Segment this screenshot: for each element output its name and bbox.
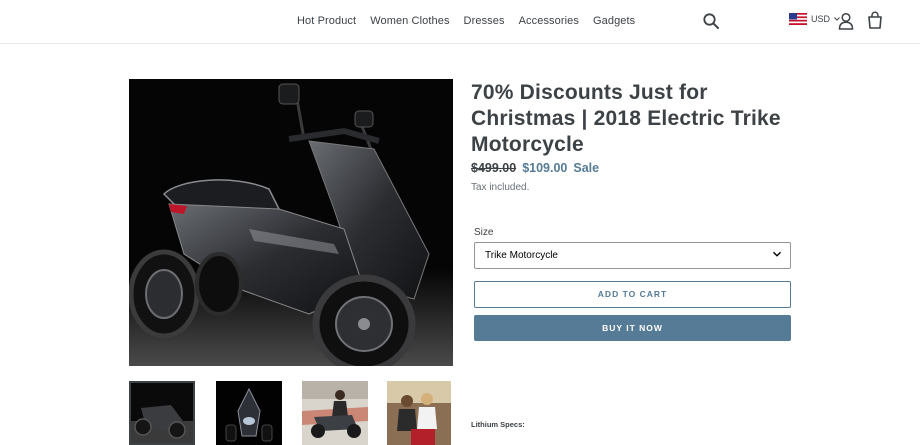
thumbnail-trike-side-image — [131, 383, 193, 443]
thumbnail-4[interactable] — [387, 381, 451, 445]
nav-accessories[interactable]: Accessories — [512, 13, 586, 29]
trike-motorcycle-image — [129, 79, 453, 366]
nav-dresses[interactable]: Dresses — [457, 13, 512, 29]
thumbnail-2[interactable] — [216, 381, 282, 445]
main-nav: Hot Product Women Clothes Dresses Access… — [290, 13, 642, 29]
thumbnail-riders-image — [387, 381, 451, 445]
us-flag-icon — [789, 13, 807, 25]
regular-price: $499.00 — [471, 161, 517, 175]
size-select-value: Trike Motorcycle — [485, 250, 558, 261]
add-to-cart-button[interactable]: ADD TO CART — [474, 281, 791, 308]
product-main-image[interactable] — [129, 79, 453, 366]
thumbnail-trike-front-image — [216, 381, 282, 445]
product-title: 70% Discounts Just for Christmas | 2018 … — [471, 81, 781, 156]
nav-gadgets[interactable]: Gadgets — [586, 13, 642, 29]
buy-now-button[interactable]: BUY IT NOW — [474, 315, 791, 341]
nav-hot-product[interactable]: Hot Product — [290, 13, 363, 29]
thumbnail-1[interactable] — [129, 381, 195, 445]
thumbnail-trike-rider-image — [302, 381, 368, 445]
chevron-down-icon — [772, 251, 782, 257]
site-header: Hot Product Women Clothes Dresses Access… — [0, 0, 920, 44]
specs-heading: Lithium Specs: — [471, 420, 525, 429]
cart-icon[interactable] — [867, 11, 883, 29]
search-icon[interactable] — [702, 12, 720, 30]
size-select[interactable]: Trike Motorcycle — [474, 242, 791, 269]
price-block: $499.00 $109.00 Sale — [471, 161, 599, 175]
thumbnail-3[interactable] — [302, 381, 368, 445]
sale-price: $109.00 — [522, 161, 568, 175]
currency-selector[interactable]: USD — [789, 13, 840, 25]
nav-women-clothes[interactable]: Women Clothes — [363, 13, 456, 29]
tax-note: Tax included. — [471, 182, 530, 193]
currency-label: USD — [811, 14, 831, 24]
sale-label: Sale — [573, 161, 600, 175]
size-label: Size — [474, 227, 494, 238]
account-icon[interactable] — [838, 12, 854, 30]
